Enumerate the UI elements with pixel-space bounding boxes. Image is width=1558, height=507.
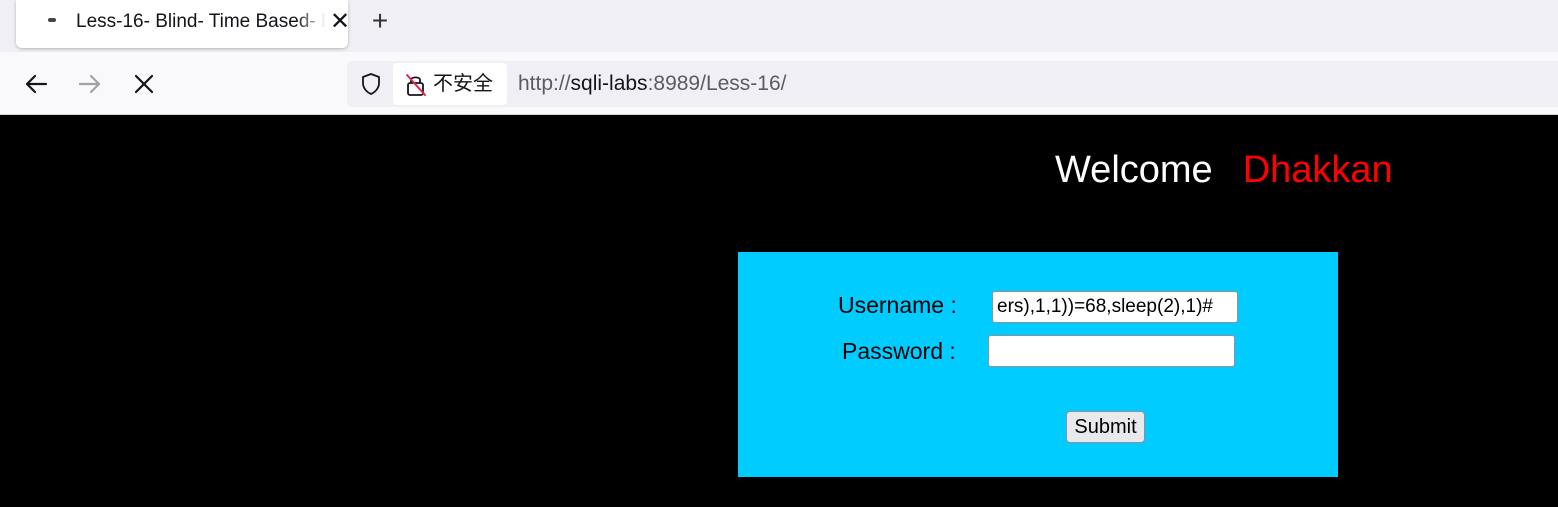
shield-icon[interactable] bbox=[359, 72, 383, 96]
username-input[interactable] bbox=[992, 291, 1238, 323]
url-path: :8989/Less-16/ bbox=[647, 72, 787, 95]
arrow-left-icon[interactable] bbox=[22, 70, 50, 98]
url-bar[interactable]: 不安全 http://sqli-labs:8989/Less-16/ bbox=[347, 61, 1558, 107]
password-label: Password : bbox=[842, 338, 956, 364]
tab-strip: Less-16- Blind- Time Based- Double quote… bbox=[0, 0, 1558, 52]
arrow-right-icon[interactable] bbox=[76, 70, 104, 98]
page-content: Welcome Dhakkan Username : Password : Sub… bbox=[0, 115, 1558, 507]
close-tab-icon[interactable]: ✕ bbox=[328, 10, 352, 34]
welcome-heading: Welcome Dhakkan bbox=[1055, 145, 1393, 195]
url-host: sqli-labs bbox=[570, 72, 648, 95]
stop-icon[interactable] bbox=[130, 70, 158, 98]
url-text[interactable]: http://sqli-labs:8989/Less-16/ bbox=[518, 72, 787, 96]
url-prefix: http:// bbox=[518, 72, 571, 95]
login-form: Username : Password : Submit bbox=[738, 252, 1338, 477]
password-input[interactable] bbox=[988, 335, 1235, 367]
loading-dot-icon bbox=[48, 18, 56, 22]
tab-title: Less-16- Blind- Time Based- Double quote… bbox=[76, 10, 326, 34]
insecure-indicator[interactable]: 不安全 bbox=[393, 63, 507, 105]
insecure-lock-icon bbox=[406, 74, 426, 96]
submit-button[interactable]: Submit bbox=[1066, 411, 1145, 443]
welcome-name: Dhakkan bbox=[1242, 149, 1393, 191]
active-tab[interactable]: Less-16- Blind- Time Based- Double quote… bbox=[16, 0, 350, 48]
navigation-toolbar: 不安全 http://sqli-labs:8989/Less-16/ bbox=[0, 52, 1558, 115]
insecure-label: 不安全 bbox=[433, 73, 493, 95]
new-tab-icon[interactable]: + bbox=[366, 7, 394, 35]
welcome-text: Welcome bbox=[1055, 149, 1213, 191]
username-label: Username : bbox=[838, 292, 957, 318]
